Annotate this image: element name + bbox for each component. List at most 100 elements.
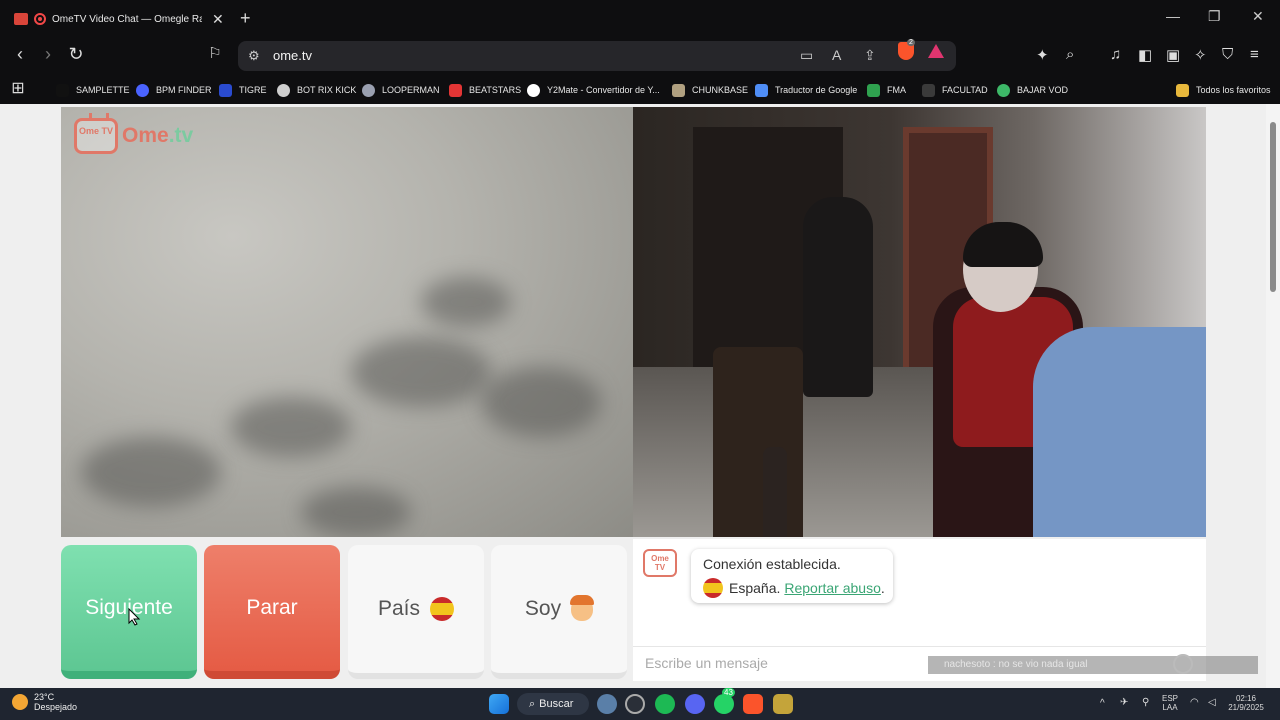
app-icon[interactable] (773, 694, 793, 714)
bookmark-favicon-icon (922, 83, 935, 97)
media-icon[interactable]: ♫ (1110, 46, 1121, 63)
bookmark-item[interactable]: SAMPLETTE (56, 82, 130, 98)
weather-desc: Despejado (34, 702, 78, 712)
bookmark-favicon-icon (527, 83, 540, 97)
logo-wordmark: Ome.tv (122, 124, 194, 147)
window-close-button[interactable]: ✕ (1252, 8, 1264, 25)
bookmark-item[interactable]: Traductor de Google (755, 82, 857, 98)
back-icon[interactable]: ‹ (10, 44, 30, 65)
navigation-bar: ‹ › ↻ ⚐ ⚙ ome.tv ▭ A ⇪ 2 ✦ ⌕ ♫ ◧ ▣ ✧ ⛉ ≡ (0, 36, 1280, 76)
whatsapp-icon[interactable]: 43 (714, 688, 735, 714)
bookmark-item[interactable]: FACULTAD (922, 82, 988, 98)
report-abuse-link[interactable]: Reportar abuso (784, 580, 881, 596)
app-icon[interactable] (625, 694, 645, 714)
ometv-logo[interactable]: Ome TV Ome.tv (74, 118, 193, 154)
emoji-picker-icon[interactable] (1173, 654, 1193, 674)
ometv-favicon-icon (14, 13, 28, 25)
language-indicator[interactable]: ESP LAA (1162, 694, 1178, 712)
bookmark-favicon-icon (136, 83, 149, 97)
start-icon[interactable] (489, 694, 509, 714)
scrollbar-thumb[interactable] (1270, 122, 1276, 292)
tab-search-icon[interactable]: ⌕ (1066, 46, 1074, 63)
volume-icon[interactable]: ◁ (1208, 697, 1216, 708)
search-icon: ⌕ (529, 697, 536, 710)
tv-logo-icon: Ome TV (74, 118, 118, 154)
tab-close-icon[interactable]: ✕ (212, 11, 224, 28)
brave-rewards-icon[interactable] (928, 44, 944, 58)
tray-expand-icon[interactable]: ^ (1100, 698, 1105, 709)
discord-icon[interactable] (685, 694, 705, 714)
brave-icon[interactable] (743, 694, 763, 714)
microphone-icon[interactable]: ⚲ (1142, 697, 1149, 708)
bookmark-item[interactable]: BPM FINDER (136, 82, 212, 98)
minimize-button[interactable]: — (1166, 8, 1180, 24)
stranger-country-line: España. Reportar abuso. (703, 578, 885, 598)
all-bookmarks-folder[interactable]: Todos los favoritos (1176, 82, 1271, 98)
vpn-icon[interactable]: ⛉ (1222, 46, 1233, 63)
reload-icon[interactable]: ↻ (66, 44, 86, 65)
apps-grid-icon[interactable]: ⊞ (8, 78, 28, 98)
tab-title: OmeTV Video Chat — Omegle Random (52, 13, 202, 25)
site-settings-icon[interactable]: ⚙ (248, 48, 260, 64)
brave-shields-icon[interactable]: 2 (898, 39, 915, 60)
whatsapp-badge: 43 (722, 688, 735, 697)
tab-strip: OmeTV Video Chat — Omegle Random ✕ + — ❐… (0, 0, 1280, 36)
maximize-button[interactable]: ❐ (1208, 8, 1221, 25)
weather-icon (12, 694, 28, 710)
weather-temp: 23°C (34, 692, 55, 702)
bookmark-favicon-icon (219, 83, 232, 97)
message-input[interactable]: Escribe un mensaje (645, 655, 768, 671)
bookmark-item[interactable]: BEATSTARS (449, 82, 521, 98)
address-bar[interactable]: ⚙ ome.tv ▭ A ⇪ (238, 41, 956, 71)
share-icon[interactable]: ⇪ (864, 47, 876, 64)
bookmark-item[interactable]: BOT RIX KICK (277, 82, 356, 98)
bookmark-icon[interactable]: ⚐ (205, 44, 225, 62)
leo-ai-icon[interactable]: ✧ (1194, 46, 1207, 64)
system-message-bubble: Conexión establecida. España. Reportar a… (691, 549, 893, 603)
shields-count-badge: 2 (907, 39, 915, 46)
ometv-avatar-icon: Ome TV (643, 549, 677, 577)
mouse-cursor-icon (128, 608, 141, 626)
recording-icon (34, 13, 46, 25)
menu-icon[interactable]: ≡ (1250, 46, 1259, 63)
network-icon[interactable]: ✈ (1120, 697, 1128, 708)
clock[interactable]: 02:16 21/9/2025 (1226, 694, 1266, 712)
cast-icon[interactable]: ▭ (800, 47, 813, 64)
wifi-icon[interactable]: ◠ (1190, 697, 1199, 708)
stranger-camera-video (633, 107, 1206, 537)
browser-tab[interactable]: OmeTV Video Chat — Omegle Random ✕ (8, 4, 230, 34)
bookmark-item[interactable]: TIGRE (219, 82, 267, 98)
bookmark-favicon-icon (362, 83, 375, 97)
country-filter-button[interactable]: País (348, 545, 484, 679)
stop-button[interactable]: Parar (204, 545, 340, 679)
bookmark-item[interactable]: BAJAR VOD (997, 82, 1068, 98)
boy-emoji-icon (570, 595, 595, 621)
settings-icon[interactable] (597, 694, 617, 714)
spain-flag-icon (703, 578, 723, 598)
bookmark-favicon-icon (672, 83, 685, 97)
scrollbar[interactable] (1266, 104, 1280, 688)
forward-icon[interactable]: › (38, 44, 58, 65)
bookmark-item[interactable]: CHUNKBASE (672, 82, 748, 98)
wallet-icon[interactable]: ▣ (1166, 46, 1180, 64)
bookmark-favicon-icon (56, 83, 69, 97)
bookmark-favicon-icon (449, 83, 462, 97)
weather-widget[interactable]: 23°C Despejado (12, 692, 77, 712)
bookmark-item[interactable]: Y2Mate - Convertidor de Y... (527, 82, 660, 98)
sidebar-icon[interactable]: ◧ (1138, 46, 1152, 64)
gender-select-button[interactable]: Soy (491, 545, 627, 679)
bookmark-favicon-icon (867, 83, 880, 97)
spotify-icon[interactable] (655, 694, 675, 714)
local-camera-video (61, 107, 633, 537)
taskbar-search[interactable]: ⌕ Buscar (517, 693, 589, 715)
folder-icon (1176, 83, 1189, 97)
bookmark-item[interactable]: LOOPERMAN (362, 82, 440, 98)
bookmark-item[interactable]: FMA (867, 82, 906, 98)
new-tab-button[interactable]: + (240, 8, 251, 29)
bookmark-favicon-icon (755, 83, 768, 97)
bookmark-favicon-icon (277, 83, 290, 97)
extensions-icon[interactable]: ✦ (1036, 46, 1049, 64)
connection-status-text: Conexión establecida. (703, 556, 841, 572)
spain-flag-icon (430, 597, 455, 621)
translate-icon[interactable]: A (832, 47, 841, 63)
